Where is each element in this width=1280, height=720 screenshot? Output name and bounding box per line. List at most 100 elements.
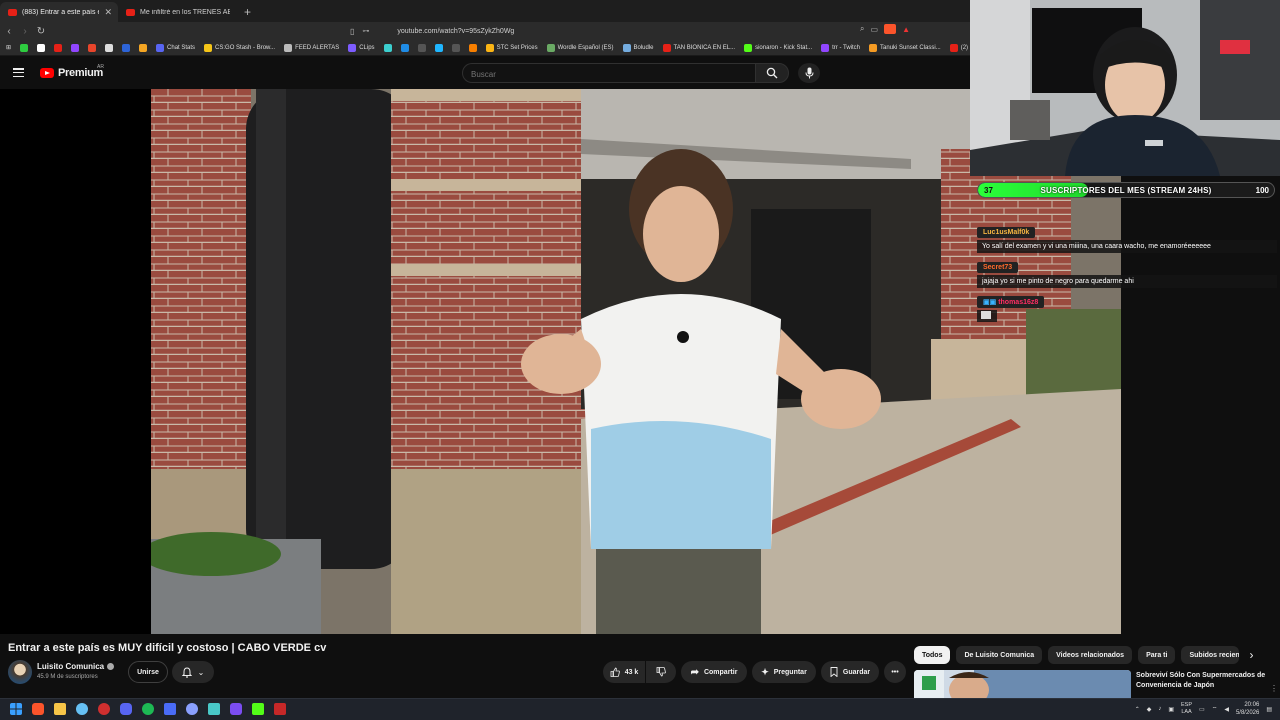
bookmark-favicon-icon[interactable] [122, 43, 131, 52]
steam-icon[interactable] [76, 703, 88, 715]
related-video-thumbnail[interactable] [914, 670, 1131, 698]
spotify-icon[interactable] [142, 703, 154, 715]
bookmark-kick-stats[interactable]: sionaron - Kick Stat... [744, 43, 812, 52]
ask-button[interactable]: ✦ Preguntar [752, 661, 816, 683]
apps-grid-icon[interactable]: ⊞ [6, 44, 11, 51]
chat-badge-icon: ▣▣ [983, 299, 997, 306]
search-button[interactable] [755, 63, 789, 83]
menu-icon[interactable] [13, 68, 24, 77]
site-info-icon[interactable]: ⊶ [362, 27, 369, 35]
brave-rewards-icon[interactable]: ▲ [902, 25, 910, 34]
notifications-icon[interactable]: ▤ [1266, 706, 1272, 713]
volume-icon[interactable]: ◀ [1224, 706, 1229, 713]
share-button[interactable]: ➦ Compartir [681, 661, 747, 683]
cast-icon[interactable]: ▭ [871, 25, 879, 34]
bookmark-favicon-icon[interactable] [20, 43, 29, 52]
url-text[interactable]: youtube.com/watch?v=95sZykZh0Wg [397, 28, 514, 35]
chip-related[interactable]: Videos relacionados [1048, 646, 1133, 664]
join-button[interactable]: Unirse [128, 661, 168, 683]
chat-emote [977, 310, 997, 322]
app-icon[interactable] [164, 703, 176, 715]
language-indicator[interactable]: ESP LAA [1181, 702, 1192, 716]
app-icon[interactable] [186, 703, 198, 715]
bookmark-wordle[interactable]: Wordle Español (ES) [546, 43, 614, 52]
notification-tray-icon[interactable]: ▣ [1168, 706, 1174, 713]
bookmark-favicon-icon[interactable] [468, 43, 477, 52]
bookmark-icon[interactable]: ▯ [350, 27, 354, 36]
search-box[interactable] [462, 63, 755, 84]
dislike-button[interactable] [646, 661, 676, 683]
youtube-header: Premium AR [0, 57, 970, 89]
close-tab-icon[interactable]: ✕ [104, 7, 112, 18]
bookmark-favicon-icon[interactable] [71, 43, 80, 52]
related-video-title[interactable]: Sobreviví Sólo Con Supermercados de Conv… [1136, 671, 1266, 691]
thumbnail-image [914, 670, 1131, 698]
bookmark-favicon-icon[interactable] [37, 43, 46, 52]
new-tab-button[interactable]: + [236, 2, 259, 22]
bookmark-favicon-icon[interactable] [105, 43, 114, 52]
bookmark-youtube-2[interactable]: (2) [949, 43, 968, 52]
chat-message: Luc1usMalf0k Yo salí del examen y vi una… [977, 221, 1277, 253]
bookmark-favicon-icon[interactable] [139, 43, 148, 52]
app-icon[interactable] [274, 703, 286, 715]
app-icon[interactable] [208, 703, 220, 715]
file-explorer-icon[interactable] [54, 703, 66, 715]
search-input[interactable] [463, 65, 755, 84]
bookmark-favicon-icon[interactable] [417, 43, 426, 52]
tab-title: (883) Entrar a este país es MUY d [22, 8, 99, 16]
display-icon[interactable]: ▭ [1199, 706, 1205, 713]
bookmark-csgo-stash[interactable]: CS:GO Stash - Brow... [204, 43, 275, 52]
like-button[interactable]: 43 k [603, 661, 645, 683]
voice-search-button[interactable] [798, 63, 820, 83]
bookmark-favicon-icon[interactable] [383, 43, 392, 52]
reload-icon[interactable]: ↻ [34, 26, 48, 37]
bookmark-twitch[interactable]: trr - Twitch [821, 43, 860, 52]
chevron-up-icon[interactable]: ⌃ [1135, 706, 1140, 713]
brave-browser-icon[interactable] [32, 703, 44, 715]
brave-shield-icon[interactable] [884, 24, 897, 34]
kick-icon[interactable] [252, 703, 264, 715]
save-button[interactable]: Guardar [821, 661, 879, 683]
bookmark-tanuki-sunset[interactable]: Tanuki Sunset Classi... [869, 43, 941, 52]
emote-icon [981, 311, 991, 319]
more-actions-button[interactable]: ••• [884, 661, 906, 683]
back-arrow-icon[interactable]: ‹ [2, 26, 16, 37]
channel-name-link[interactable]: Luisito Comunica [37, 662, 115, 671]
chip-all[interactable]: Todos [914, 646, 951, 664]
youtube-premium-logo[interactable]: Premium [40, 67, 103, 79]
system-tray: ⌃ ◆ ♪ ▣ ESP LAA ▭ ⌔ ◀ 20:06 5/8/2026 ▤ [1135, 701, 1272, 717]
bookmark-favicon-icon[interactable] [434, 43, 443, 52]
bookmark-stc-set-prices[interactable]: STC Set Prices [485, 43, 538, 52]
bookmark-chat-stats[interactable]: Chat Stats [156, 43, 195, 52]
app-icon[interactable] [230, 703, 242, 715]
bookmark-tan-bionica[interactable]: TAN BIONICA EN EL... [662, 43, 735, 52]
bookmark-boludle[interactable]: Boludle [622, 43, 654, 52]
windows-start-icon[interactable] [10, 703, 22, 715]
bookmark-clips[interactable]: CLips [348, 43, 375, 52]
bookmark-feed-alertas[interactable]: FEED ALERTAS [284, 43, 339, 52]
bookmark-favicon-icon[interactable] [400, 43, 409, 52]
more-vertical-icon[interactable]: ⋮ [1270, 684, 1278, 693]
browser-tab-active[interactable]: (883) Entrar a este país es MUY d ✕ [0, 2, 118, 22]
chip-from-channel[interactable]: De Luisito Comunica [956, 646, 1043, 664]
zoom-icon[interactable]: ⌕ [860, 24, 864, 34]
bookmark-favicon-icon[interactable] [54, 43, 63, 52]
bookmark-favicon-icon[interactable] [88, 43, 97, 52]
mic-tray-icon[interactable]: ♪ [1158, 706, 1161, 712]
bookmark-favicon-icon[interactable] [451, 43, 460, 52]
chip-recently-uploaded[interactable]: Subidos recientemente [1181, 646, 1240, 664]
discord-icon[interactable] [120, 703, 132, 715]
network-icon[interactable]: ◆ [1147, 706, 1152, 713]
chrome-icon[interactable] [98, 703, 110, 715]
chip-for-you[interactable]: Para ti [1138, 646, 1176, 664]
bookmarks-bar: ⊞ Chat Stats CS:GO Stash - Brow... FEED … [0, 40, 970, 56]
browser-tab[interactable]: Me infiltré en los TRENES ABANDON [118, 2, 236, 22]
subscriber-count: 45.9 M de suscriptores [37, 674, 98, 680]
chevron-right-icon[interactable]: › [1249, 648, 1253, 662]
clock[interactable]: 20:06 5/8/2026 [1236, 701, 1259, 717]
forward-arrow-icon[interactable]: › [18, 26, 32, 37]
notifications-button[interactable]: ⌄ [172, 661, 214, 683]
address-bar[interactable]: ▯ ⊶ youtube.com/watch?v=95sZykZh0Wg [350, 24, 910, 38]
wifi-icon[interactable]: ⌔ [1212, 705, 1218, 713]
channel-avatar[interactable] [8, 660, 32, 684]
